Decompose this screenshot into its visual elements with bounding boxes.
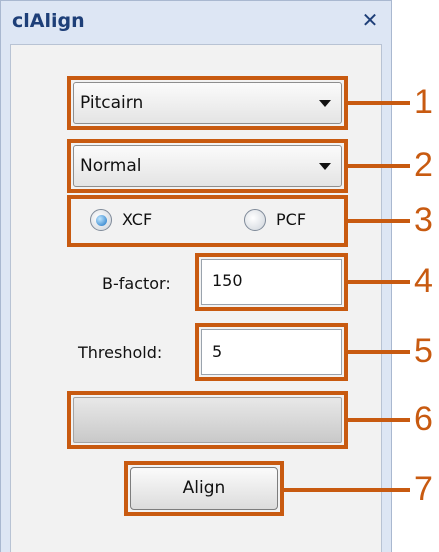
radio-xcf-label[interactable]: XCF <box>122 210 152 229</box>
callout-number-4: 4 <box>414 262 433 300</box>
chevron-down-icon <box>319 163 331 170</box>
radio-pcf[interactable] <box>244 209 266 231</box>
callout-number-3: 3 <box>414 201 433 239</box>
callout-number-7: 7 <box>414 470 433 508</box>
mode-dropdown[interactable]: Normal <box>73 145 342 187</box>
structure-dropdown[interactable]: Pitcairn <box>73 82 342 124</box>
callout-leader-3 <box>348 219 410 223</box>
chevron-down-icon <box>319 100 331 107</box>
radio-selected-dot <box>96 215 107 226</box>
threshold-label: Threshold: <box>78 343 163 362</box>
radio-xcf[interactable] <box>90 209 112 231</box>
window-title: clAlign <box>12 10 85 32</box>
structure-dropdown-value: Pitcairn <box>80 93 144 113</box>
callout-leader-6 <box>348 418 410 422</box>
callout-leader-7 <box>284 488 410 492</box>
callout-number-2: 2 <box>414 146 433 184</box>
align-button[interactable]: Align <box>130 467 278 510</box>
callout-leader-5 <box>348 350 410 354</box>
bfactor-input[interactable]: 150 <box>201 259 342 305</box>
radio-pcf-label[interactable]: PCF <box>276 210 306 229</box>
callout-number-6: 6 <box>414 400 433 438</box>
close-icon[interactable]: ✕ <box>358 8 382 32</box>
threshold-input[interactable]: 5 <box>201 329 342 375</box>
mode-dropdown-value: Normal <box>80 156 142 176</box>
bfactor-input-value: 150 <box>212 271 243 290</box>
threshold-input-value: 5 <box>212 342 223 361</box>
callout-leader-1 <box>348 101 410 105</box>
callout-leader-4 <box>348 280 410 284</box>
callout-leader-2 <box>348 164 410 168</box>
bfactor-label: B-factor: <box>102 274 171 293</box>
callout-number-1: 1 <box>414 83 433 121</box>
callout-number-5: 5 <box>414 332 433 370</box>
progress-bar <box>73 397 342 443</box>
